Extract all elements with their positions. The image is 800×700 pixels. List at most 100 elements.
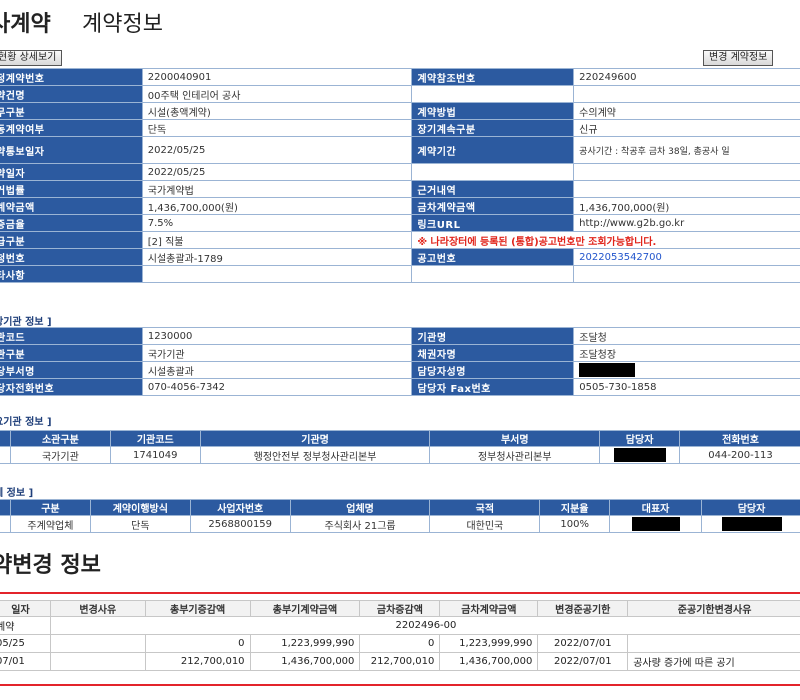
contract-row: 계약금액1,436,700,000(원)금차계약금액1,436,700,000(… <box>0 197 800 215</box>
redacted-block <box>579 363 636 377</box>
table-cell: 0 <box>144 634 251 653</box>
contract-row: 거법률국가계약법근거내역 <box>0 180 800 198</box>
field-value: 2200040901 <box>141 68 413 86</box>
column-header: 구분 <box>9 499 91 516</box>
field-value <box>573 180 800 198</box>
field-value: 조달청 <box>573 327 800 345</box>
field-value: 수의계약 <box>573 102 800 120</box>
field-value: 공사기간 : 착공후 금차 38일, 총공사 일 <box>573 136 800 164</box>
field-label: 당부서명 <box>0 361 143 379</box>
field-value: 7.5% <box>141 214 413 232</box>
field-value: 1,436,700,000(원) <box>573 197 800 215</box>
contract-row: 정계약번호 2200040901 계약참조번호 220249600 <box>0 68 800 86</box>
table-cell: 2022/07/01 <box>537 652 629 671</box>
field-label: 담당자 Fax번호 <box>411 378 575 396</box>
column-header: 지분율 <box>539 499 611 516</box>
section-agency-title: 장기관 정보 ] <box>0 317 52 328</box>
field-label: 계약금액 <box>0 197 143 215</box>
field-value: 220249600 <box>573 68 800 86</box>
redacted-block <box>613 448 666 462</box>
field-value <box>573 163 800 181</box>
column-header: 부서명 <box>429 430 601 447</box>
field-label: 동계약여부 <box>0 119 143 137</box>
column-header: 일자 <box>0 600 51 617</box>
field-label: 정계약번호 <box>0 68 143 86</box>
title-sub: 계약정보 <box>82 12 163 37</box>
agency-row: 관코드1230000기관명조달청 <box>0 327 800 345</box>
table-cell: 국가기관 <box>9 446 111 464</box>
table-cell <box>599 446 681 464</box>
column-header: 대표자 <box>609 499 703 516</box>
field-value: 1230000 <box>141 327 413 345</box>
table-cell: 공사량 증가에 따른 공기 <box>627 652 800 671</box>
field-label: 계약참조번호 <box>411 68 575 86</box>
agency-row: 당자전화번호 070-4056-7342 담당자 Fax번호 0505-730-185… <box>0 378 800 396</box>
field-value <box>573 265 800 283</box>
table-cell: 대한민국 <box>429 515 541 533</box>
merged-contract-number: 2202496-00 <box>49 616 800 635</box>
field-label: 약통보일자 <box>0 136 143 164</box>
demand-agency-table: 소관구분 기관코드 기관명 부서명 담당자 전화번호 국가기관 1741049 행정안전부 정… <box>0 430 800 464</box>
status-detail-button[interactable]: 현황 상세보기 <box>0 50 63 66</box>
field-value: 단독 <box>141 119 413 137</box>
table-cell: 212,700,010 <box>359 652 441 671</box>
red-divider-bottom <box>0 684 800 686</box>
table-cell: 1,436,700,000 <box>439 652 539 671</box>
table-cell: 주계약업체 <box>9 515 91 533</box>
red-divider-top <box>0 592 800 594</box>
table-cell <box>609 515 703 533</box>
column-header: 담당자 <box>599 430 681 447</box>
section-demand-title: 요기관 정보 ] <box>0 417 52 428</box>
field-label: 급구분 <box>0 231 143 249</box>
column-header: 계약이행방식 <box>89 499 191 516</box>
change-contract-info-button[interactable]: 변경 계약정보 <box>703 50 774 66</box>
title-main: 사계약 <box>0 12 51 37</box>
column-header: 기관코드 <box>109 430 201 447</box>
table-cell: 05/25 <box>0 634 51 653</box>
field-label: 관코드 <box>0 327 143 345</box>
field-value: http://www.g2b.go.kr <box>573 214 800 232</box>
section-company-title: 체 정보 ] <box>0 488 34 499</box>
redacted-block <box>721 517 782 531</box>
contract-row: 동계약여부 단독 장기계속구분 신규 <box>0 119 800 137</box>
field-label <box>411 85 575 103</box>
field-value: [2] 직불 <box>141 231 413 249</box>
contract-row: 약통보일자 2022/05/25 계약기간 공사기간 : 착공후 금차 38일, 총공… <box>0 136 800 164</box>
table-cell: 주식회사 21그룹 <box>289 515 431 533</box>
field-label: 관구분 <box>0 344 143 362</box>
contract-row: 약일자2022/05/25 <box>0 163 800 181</box>
agency-row: 당부서명시설총괄과담당자성명 <box>0 361 800 379</box>
field-value <box>573 85 800 103</box>
table-cell: 1,223,999,990 <box>439 634 539 653</box>
field-label: 타사항 <box>0 265 143 283</box>
table-cell <box>49 652 146 671</box>
field-value: 국가계약법 <box>141 180 413 198</box>
field-value <box>141 265 413 283</box>
column-header: 총부기계약금액 <box>249 600 361 617</box>
field-value: 국가기관 <box>141 344 413 362</box>
field-label: 채권자명 <box>411 344 575 362</box>
field-label: 계약기간 <box>411 136 575 164</box>
column-header: 기관명 <box>199 430 431 447</box>
field-label: 계약방법 <box>411 102 575 120</box>
field-label <box>411 265 575 283</box>
company-table: 구분 계약이행방식 사업자번호 업체명 국적 지분율 대표자 담당자 주계약업체 단독 25688… <box>0 499 800 533</box>
column-header: 준공기한변경사유 <box>627 600 800 617</box>
column-header: 소관구분 <box>9 430 111 447</box>
field-label: 약건명 <box>0 85 143 103</box>
field-label: 장기계속구분 <box>411 119 575 137</box>
field-label: 금차계약금액 <box>411 197 575 215</box>
table-cell <box>701 515 800 533</box>
column-header: 사업자번호 <box>189 499 291 516</box>
table-cell: 단독 <box>89 515 191 533</box>
agency-row: 관구분국가기관채권자명조달청장 <box>0 344 800 362</box>
column-header: 금차계약금액 <box>439 600 539 617</box>
contract-row: 청번호시설총괄과-1789공고번호2022053542700 <box>0 248 800 266</box>
notice-number-link[interactable]: 2022053542700 <box>573 248 800 266</box>
table-cell: 100% <box>539 515 611 533</box>
column-header: 담당자 <box>701 499 800 516</box>
table-cell <box>627 634 800 653</box>
column-header: 업체명 <box>289 499 431 516</box>
column-header: 금차증감액 <box>359 600 441 617</box>
field-value: 시설(총액계약) <box>141 102 413 120</box>
